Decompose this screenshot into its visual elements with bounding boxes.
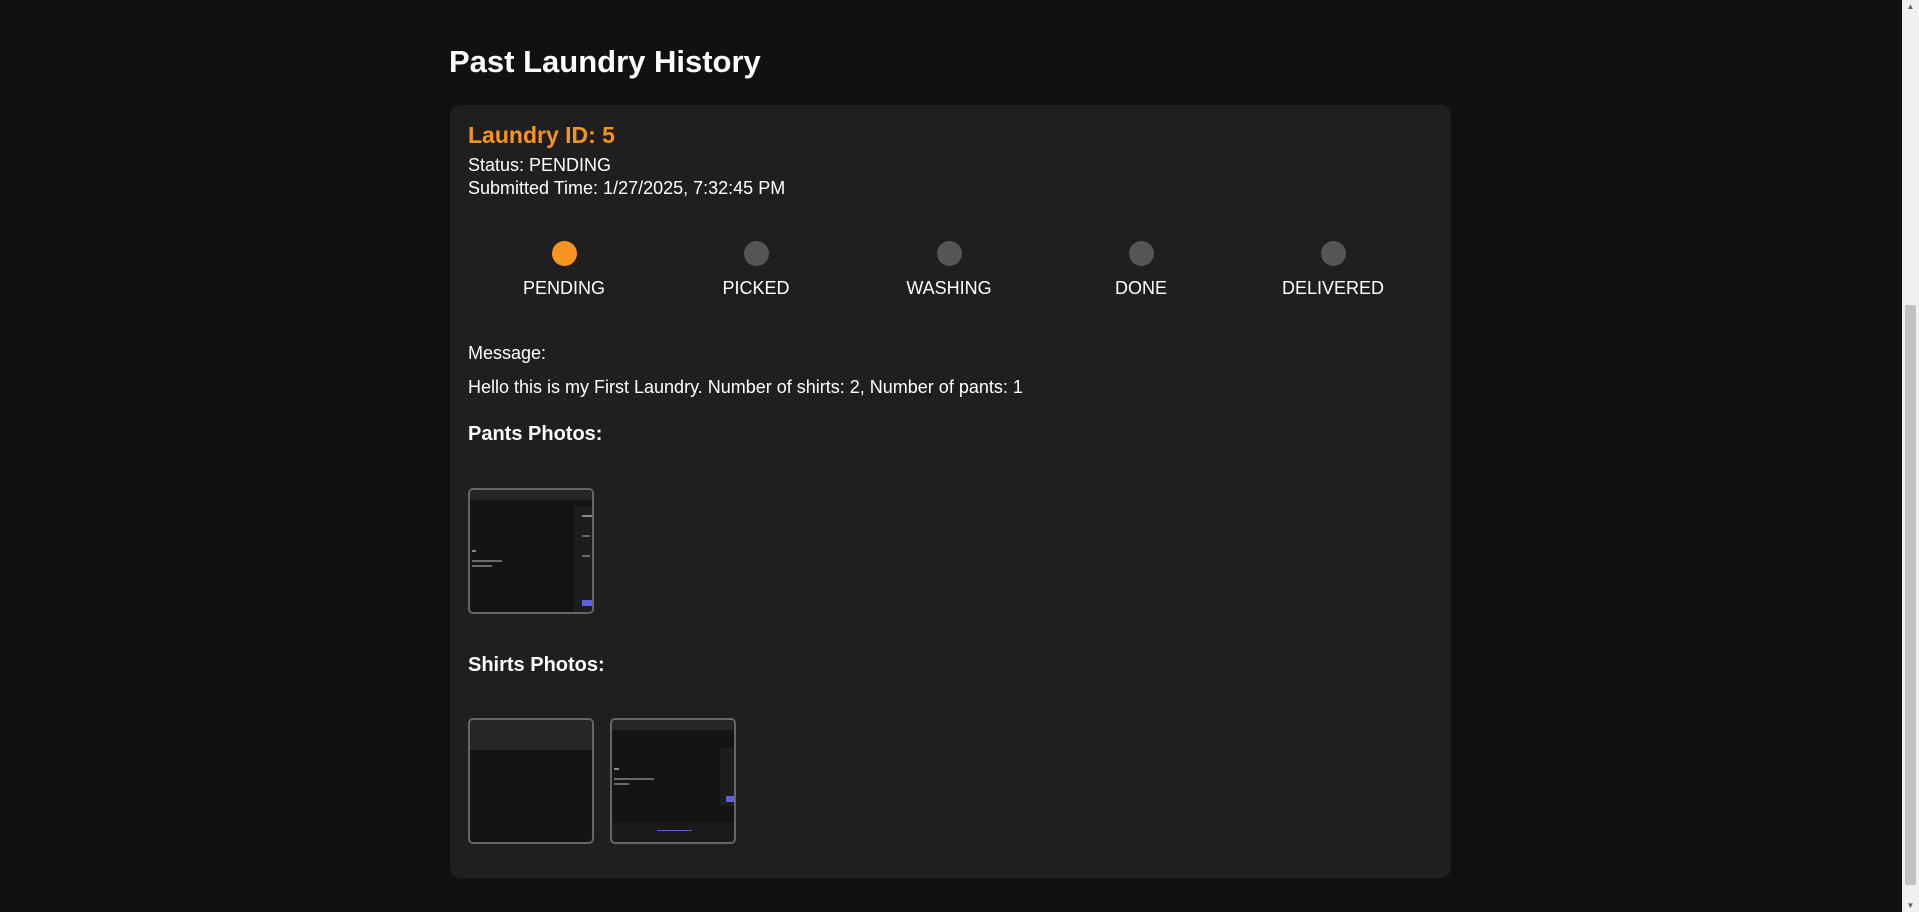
step-dot-active (551, 241, 577, 266)
laundry-id: Laundry ID: 5 (468, 122, 615, 148)
step-dot (1320, 241, 1346, 266)
step-dot (1128, 241, 1154, 266)
submitted-time: Submitted Time: 1/27/2025, 7:32:45 PM (468, 178, 786, 198)
laundry-card: Laundry ID: 5 Status: PENDING Submitted … (450, 105, 1451, 878)
pants-photo-thumbnail[interactable] (468, 488, 594, 614)
message-label: Message: (468, 343, 547, 363)
step-washing: WASHING (853, 241, 1045, 299)
page-title: Past Laundry History (449, 44, 761, 79)
step-pending: PENDING (468, 241, 660, 299)
message-text: Hello this is my First Laundry. Number o… (468, 377, 1023, 397)
step-label: PENDING (522, 278, 605, 298)
scroll-down-icon[interactable]: ▼ (1902, 901, 1919, 910)
vertical-scrollbar[interactable]: ▲ ▼ (1902, 0, 1919, 912)
status-tracker: PENDING PICKED WASHING DONE DELIVERED (468, 241, 1430, 311)
pants-photos-heading: Pants Photos: (468, 423, 603, 445)
status-text: Status: PENDING (468, 155, 612, 175)
scrollbar-thumb[interactable] (1905, 305, 1916, 885)
step-label: WASHING (906, 278, 992, 298)
step-label: PICKED (722, 278, 790, 298)
step-done: DONE (1045, 241, 1237, 299)
scroll-up-icon[interactable]: ▲ (1902, 2, 1919, 11)
step-dot (743, 241, 769, 266)
step-label: DELIVERED (1281, 278, 1385, 298)
step-picked: PICKED (660, 241, 852, 299)
step-delivered: DELIVERED (1237, 241, 1429, 299)
step-label: DONE (1114, 278, 1167, 298)
shirts-photo-thumbnail[interactable] (610, 718, 736, 844)
shirts-photos-heading: Shirts Photos: (468, 654, 605, 676)
step-dot (936, 241, 962, 266)
shirts-photo-thumbnail[interactable] (468, 718, 594, 844)
